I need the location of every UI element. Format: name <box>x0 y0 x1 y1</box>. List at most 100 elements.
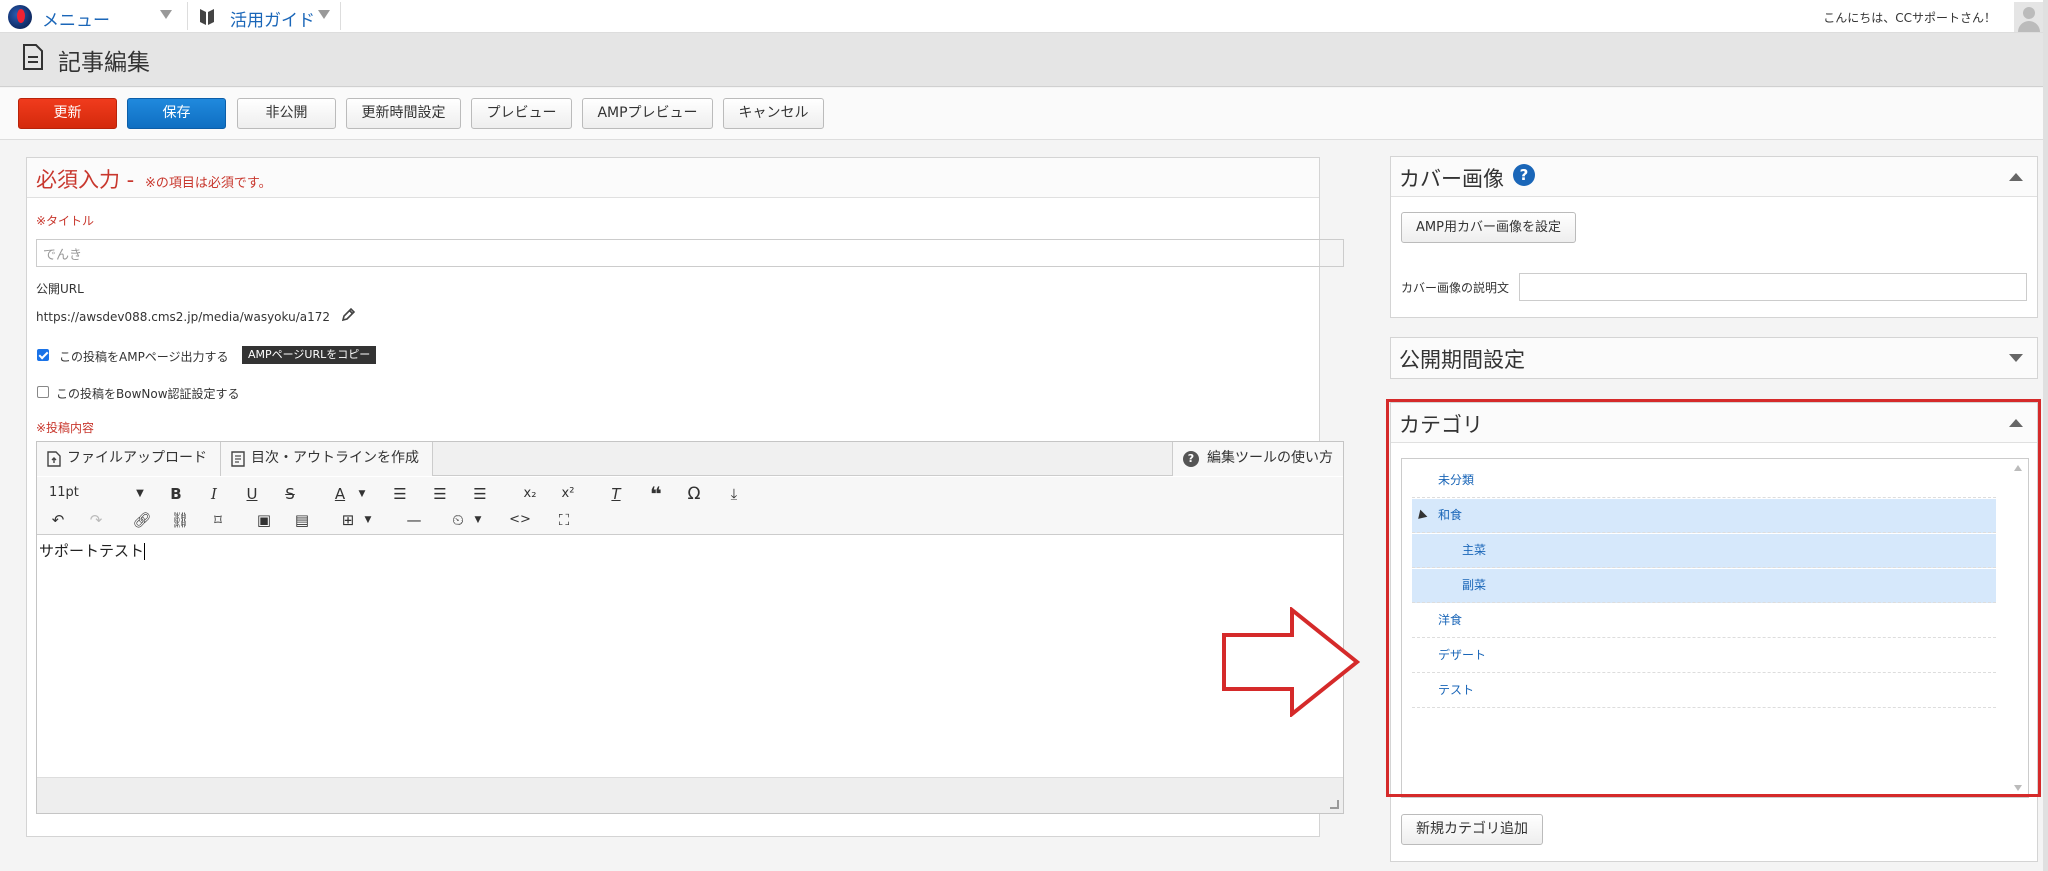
pencil-icon[interactable] <box>340 307 356 323</box>
editor-help-link[interactable]: ? 編集ツールの使い方 <box>1172 442 1343 476</box>
page-scrollbar[interactable] <box>2043 0 2048 871</box>
category-panel: カテゴリ 未分類 和食 主菜 副菜 洋食 デザート テスト 新規カテゴリ追加 <box>1390 402 2038 862</box>
category-item[interactable]: デザート <box>1412 639 1996 673</box>
bownow-checkbox[interactable] <box>37 386 49 398</box>
panel-header: 必須入力 - ※の項目は必須です。 <box>27 158 1319 198</box>
publication-period-header[interactable]: 公開期間設定 <box>1391 338 2037 378</box>
cover-image-panel: カバー画像 ? AMP用カバー画像を設定 カバー画像の説明文 <box>1390 156 2038 318</box>
bold-icon[interactable]: B <box>163 483 189 505</box>
editor-body-text: サポートテスト <box>39 542 145 560</box>
document-icon <box>23 44 43 70</box>
redo-icon[interactable]: ↷ <box>83 509 109 531</box>
table-caret-icon[interactable]: ▼ <box>355 509 381 531</box>
user-greeting: こんにちは、CCサポートさん！ <box>1823 11 1996 25</box>
question-icon: ? <box>1183 451 1199 467</box>
underline-icon[interactable]: U <box>239 483 265 505</box>
resize-handle-icon[interactable] <box>1330 800 1339 809</box>
content-label: ※投稿内容 <box>36 421 95 435</box>
collapse-icon[interactable] <box>2009 419 2023 427</box>
amp-output-label: この投稿をAMPページ出力する <box>59 350 229 364</box>
editor-content[interactable]: サポートテスト <box>37 536 1343 776</box>
category-item[interactable]: テスト <box>1412 674 1996 708</box>
category-item[interactable]: 和食 <box>1412 499 1996 533</box>
expand-icon[interactable] <box>2009 354 2023 362</box>
tree-expanded-icon[interactable] <box>1414 509 1428 523</box>
amp-preview-button[interactable]: AMPプレビュー <box>582 98 713 129</box>
strikethrough-icon[interactable]: S <box>277 483 303 505</box>
font-size-select[interactable]: 11pt <box>49 485 79 500</box>
amp-output-checkbox[interactable] <box>37 349 49 361</box>
bownow-label: この投稿をBowNow認証設定する <box>56 387 240 401</box>
divider <box>187 2 188 30</box>
category-label: 洋食 <box>1438 613 1463 627</box>
page-title: 記事編集 <box>58 50 150 76</box>
guide-link[interactable]: 活用ガイド <box>230 6 315 31</box>
undo-icon[interactable]: ↶ <box>45 509 71 531</box>
bookmark-icon[interactable]: ⌑ <box>205 509 231 531</box>
category-item[interactable]: 副菜 <box>1412 569 1996 603</box>
fullscreen-icon[interactable]: ⛶ <box>551 509 577 531</box>
blockquote-icon[interactable]: ❝ <box>643 483 669 505</box>
help-icon[interactable]: ? <box>1513 164 1535 186</box>
arrow-right-icon <box>1222 607 1360 717</box>
align-left-icon[interactable]: ☰ <box>387 483 413 505</box>
category-item[interactable]: 洋食 <box>1412 604 1996 638</box>
chevron-down-icon[interactable] <box>160 10 172 19</box>
amp-url-copy-button[interactable]: AMPページURLをコピー <box>242 346 377 364</box>
update-time-button[interactable]: 更新時間設定 <box>346 98 461 129</box>
align-right-icon[interactable]: ☰ <box>467 483 493 505</box>
url-value: https://awsdev088.cms2.jp/media/wasyoku/… <box>36 310 331 324</box>
link-icon[interactable]: 🔗︎ <box>129 509 155 531</box>
cover-image-header[interactable]: カバー画像 ? <box>1391 157 2037 197</box>
file-upload-tab[interactable]: ファイルアップロード <box>37 442 221 476</box>
image-icon[interactable]: ▣ <box>251 509 277 531</box>
source-code-icon[interactable]: <> <box>507 509 533 531</box>
italic-icon[interactable]: I <box>201 483 227 505</box>
align-center-icon[interactable]: ☰ <box>427 483 453 505</box>
text-color-caret-icon[interactable]: ▼ <box>349 483 375 505</box>
cover-description-input[interactable] <box>1519 273 2027 301</box>
chevron-down-icon[interactable] <box>318 10 330 19</box>
category-item[interactable]: 主菜 <box>1412 534 1996 568</box>
preview-button[interactable]: プレビュー <box>471 98 572 129</box>
title-input[interactable]: でんき <box>36 239 1344 267</box>
category-title: カテゴリ <box>1399 413 1483 437</box>
toc-tab[interactable]: 目次・アウトラインを作成 <box>221 442 433 476</box>
file-upload-tab-label: ファイルアップロード <box>67 450 207 466</box>
category-item[interactable]: 未分類 <box>1412 464 1996 498</box>
top-bar: メニュー 活用ガイド こんにちは、CCサポートさん！ <box>0 0 2048 33</box>
superscript-icon[interactable]: x² <box>555 483 581 505</box>
horizontal-rule-icon[interactable]: — <box>401 509 427 531</box>
category-label: 主菜 <box>1462 543 1487 557</box>
clear-format-icon[interactable]: T <box>603 483 629 505</box>
category-label: デザート <box>1438 648 1487 662</box>
subscript-icon[interactable]: x₂ <box>517 483 543 505</box>
app-logo-icon[interactable] <box>8 5 32 29</box>
scroll-down-icon[interactable] <box>2014 785 2022 791</box>
collapse-icon[interactable] <box>2009 173 2023 181</box>
media-icon[interactable]: ▤ <box>289 509 315 531</box>
rich-text-editor: ファイルアップロード 目次・アウトラインを作成 ? 編集ツールの使い方 11pt… <box>36 441 1344 814</box>
unpublish-button[interactable]: 非公開 <box>237 98 336 129</box>
update-button[interactable]: 更新 <box>18 98 117 129</box>
font-size-caret-icon[interactable]: ▼ <box>127 483 153 505</box>
publication-period-panel: 公開期間設定 <box>1390 337 2038 379</box>
amp-cover-button[interactable]: AMP用カバー画像を設定 <box>1401 212 1576 243</box>
save-button[interactable]: 保存 <box>127 98 226 129</box>
title-label: ※タイトル <box>36 214 95 228</box>
unlink-icon[interactable]: ⛓︎ <box>167 509 193 531</box>
special-char-icon[interactable]: Ω <box>681 483 707 505</box>
add-category-button[interactable]: 新規カテゴリ追加 <box>1401 814 1543 845</box>
url-label: 公開URL <box>36 282 84 296</box>
scroll-up-icon[interactable] <box>2014 465 2022 471</box>
cancel-button[interactable]: キャンセル <box>723 98 824 129</box>
category-header[interactable]: カテゴリ <box>1391 403 2037 443</box>
clock-caret-icon[interactable]: ▼ <box>465 509 491 531</box>
avatar[interactable] <box>2014 2 2044 32</box>
category-tree: 未分類 和食 主菜 副菜 洋食 デザート テスト <box>1401 458 2029 798</box>
menu-link[interactable]: メニュー <box>42 6 110 31</box>
category-label: 未分類 <box>1438 473 1475 487</box>
text-cursor <box>144 543 146 560</box>
cover-description-label: カバー画像の説明文 <box>1401 281 1510 295</box>
insert-icon[interactable]: ⤓ <box>721 483 747 505</box>
